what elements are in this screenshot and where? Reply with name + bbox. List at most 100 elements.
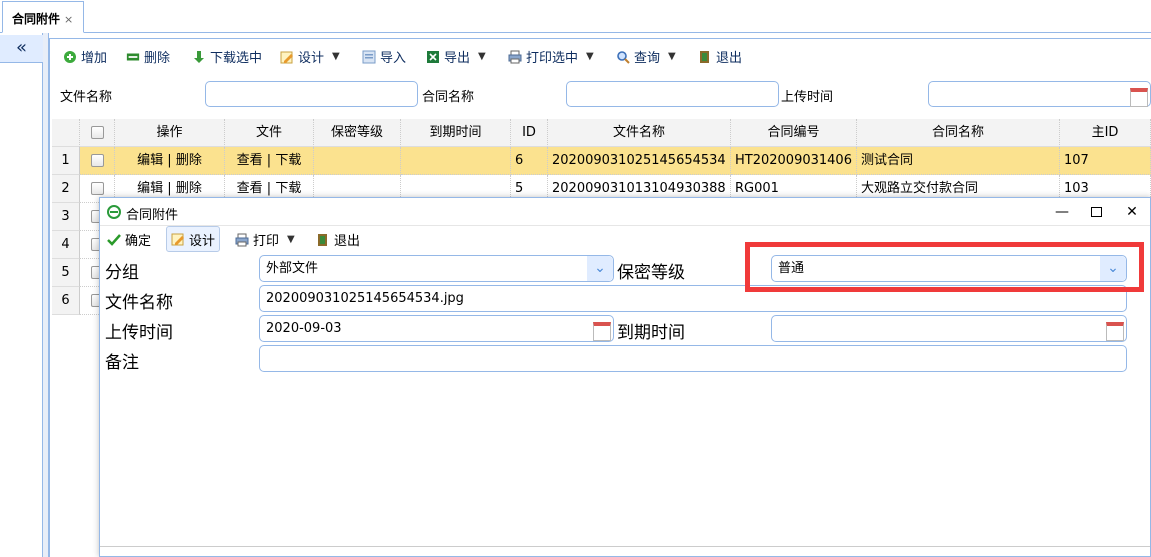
grid-header[interactable]: 主ID (1060, 119, 1151, 147)
edit-delete-link[interactable]: 编辑 | 删除 (115, 147, 225, 175)
search-file-name-label: 文件名称 (60, 90, 113, 105)
dialog-design-label: 设计 (189, 233, 216, 249)
print-dropdown-icon[interactable]: ▼ (287, 234, 295, 245)
exit-door-icon (700, 50, 709, 63)
group-combobox[interactable]: 外部文件 ⌄ (259, 255, 614, 282)
grid-header[interactable]: ID (511, 119, 548, 147)
upload-time-label: 上传时间 (105, 323, 173, 343)
row-checkbox[interactable] (90, 154, 104, 167)
secret-level-label: 保密等级 (617, 263, 685, 283)
dialog-exit-label: 退出 (334, 234, 361, 249)
add-label: 增加 (81, 51, 108, 66)
delete-icon (126, 53, 140, 60)
group-value: 外部文件 (266, 261, 319, 276)
print-dropdown-icon[interactable]: ▼ (586, 51, 594, 62)
search-upload-time-input[interactable] (928, 81, 1151, 107)
confirm-button[interactable]: 确定 (107, 230, 151, 249)
calendar-icon[interactable] (1104, 319, 1124, 341)
file-name-value: 20200903102514565453​4.jpg (266, 291, 464, 306)
expire-time-label: 到期时间 (617, 323, 685, 343)
row-checkbox[interactable] (90, 182, 104, 195)
grid-header[interactable]: 到期时间 (401, 119, 511, 147)
calendar-icon[interactable] (591, 319, 611, 341)
table-cell: 测试合同 (857, 147, 1060, 175)
table-cell (401, 147, 511, 175)
table-cell: 20200903102514565453​4 (548, 147, 731, 175)
import-button[interactable]: 导入 (362, 47, 406, 66)
exit-button[interactable]: 退出 (698, 47, 742, 66)
select-all-checkbox[interactable] (90, 126, 104, 139)
download-selected-button[interactable]: 下载选中 (192, 47, 262, 66)
tab-close-icon[interactable]: × (64, 13, 73, 26)
export-dropdown-icon[interactable]: ▼ (478, 51, 486, 62)
design-button[interactable]: 设计 ▼ (280, 47, 340, 66)
row-number: 5 (52, 259, 80, 287)
close-icon[interactable]: ✕ (1122, 202, 1142, 222)
search-file-name-input[interactable] (205, 81, 418, 107)
design-icon (171, 233, 184, 246)
row-number: 2 (52, 175, 80, 203)
row-number: 4 (52, 231, 80, 259)
upload-time-field[interactable]: 2020-09-03 (259, 315, 614, 342)
search-contract-name-input[interactable] (566, 81, 779, 107)
tab-contract-attachment[interactable]: 合同附件 × (2, 1, 84, 33)
dialog-footer-divider (100, 546, 1150, 547)
maximize-icon[interactable] (1086, 202, 1106, 222)
remark-field[interactable] (259, 345, 1127, 372)
export-label: 导出 (444, 51, 471, 66)
delete-label: 删除 (144, 51, 171, 66)
search-contract-name-label: 合同名称 (422, 90, 475, 105)
dialog-print-button[interactable]: 打印 ▼ (235, 230, 295, 249)
search-icon (617, 50, 630, 64)
grid-header[interactable]: 操作 (115, 119, 225, 147)
table-cell (314, 147, 401, 175)
dialog-titlebar[interactable]: 合同附件 — ✕ (100, 198, 1150, 226)
dialog-title: 合同附件 (126, 208, 179, 223)
calendar-icon[interactable] (1128, 85, 1148, 107)
dialog-design-button[interactable]: 设计 (166, 226, 221, 252)
table-cell: 6 (511, 147, 548, 175)
tab-strip: 合同附件 × (0, 0, 1151, 33)
grid-header[interactable]: 文件名称 (548, 119, 731, 147)
remark-label: 备注 (105, 353, 139, 373)
design-icon (280, 51, 293, 63)
grid-header[interactable]: 合同编号 (731, 119, 857, 147)
export-excel-icon (427, 50, 439, 63)
tab-label: 合同附件 (12, 12, 61, 26)
grid-header[interactable]: 保密等级 (314, 119, 401, 147)
delete-button[interactable]: 删除 (126, 47, 170, 66)
add-button[interactable]: 增加 (63, 47, 107, 66)
upload-time-value: 2020-09-03 (266, 321, 342, 336)
query-dropdown-icon[interactable]: ▼ (668, 51, 676, 62)
checkmark-icon (107, 233, 121, 246)
row-checkbox-cell[interactable] (80, 147, 115, 175)
row-number: 1 (52, 147, 80, 175)
query-button[interactable]: 查询 ▼ (616, 47, 676, 66)
collapse-icon[interactable]: « (0, 35, 43, 63)
table-cell: HT202009031406 (731, 147, 857, 175)
minimize-icon[interactable]: — (1052, 202, 1072, 222)
import-label: 导入 (380, 51, 407, 66)
left-panel: « (0, 33, 43, 557)
expire-time-field[interactable] (771, 315, 1127, 342)
grid-header[interactable]: 合同名称 (857, 119, 1060, 147)
printer-icon (235, 233, 249, 246)
dialog-print-label: 打印 (253, 234, 280, 249)
chevron-down-icon[interactable]: ⌄ (587, 256, 613, 281)
browser-e-icon (107, 205, 121, 219)
search-upload-time-label: 上传时间 (781, 90, 834, 105)
design-dropdown-icon[interactable]: ▼ (332, 51, 340, 62)
printer-icon (508, 50, 522, 63)
print-selected-button[interactable]: 打印选中 ▼ (508, 47, 594, 66)
grid-header-rownum (52, 119, 80, 147)
confirm-label: 确定 (125, 234, 152, 249)
view-download-link[interactable]: 查看 | 下载 (225, 147, 314, 175)
dialog-exit-button[interactable]: 退出 (316, 230, 360, 249)
annotation-highlight-box (745, 242, 1144, 292)
grid-header[interactable]: 文件 (225, 119, 314, 147)
add-icon (64, 50, 76, 63)
export-button[interactable]: 导出 ▼ (426, 47, 486, 66)
grid-header-checkbox[interactable] (80, 119, 115, 147)
exit-label: 退出 (716, 51, 743, 66)
group-label: 分组 (105, 263, 139, 283)
